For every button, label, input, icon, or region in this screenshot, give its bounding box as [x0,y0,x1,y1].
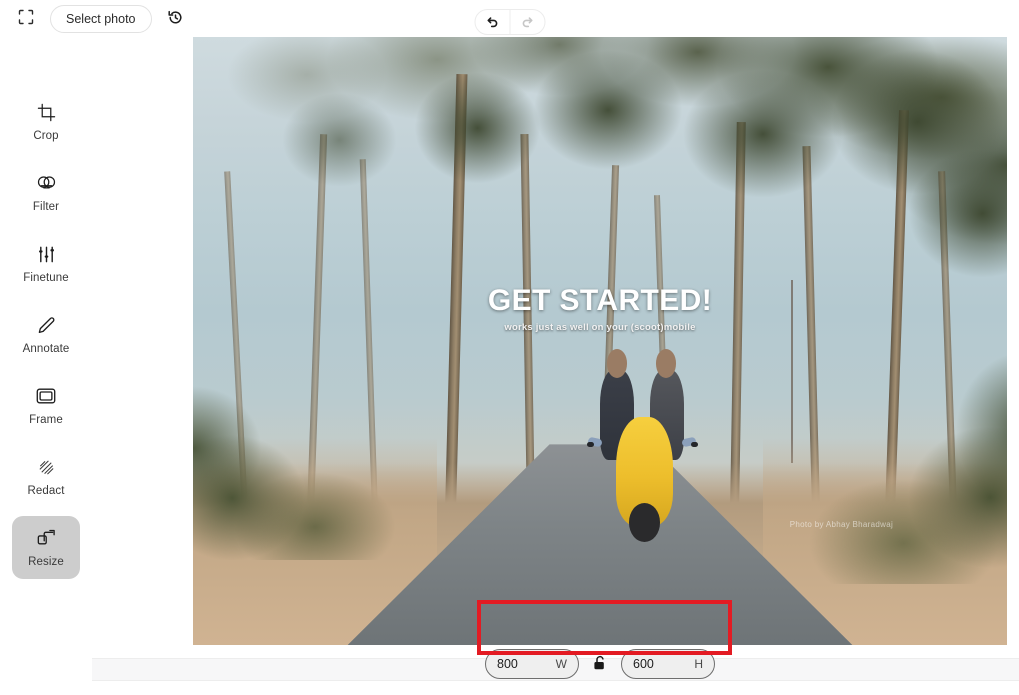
resize-controls: W H [193,637,1007,691]
height-field[interactable]: H [621,649,715,679]
tool-finetune[interactable]: Finetune [12,232,80,295]
undo-redo-group [474,9,545,35]
tool-crop[interactable]: Crop [12,90,80,153]
redo-button[interactable] [510,10,544,34]
width-field[interactable]: W [485,649,579,679]
tool-filter-label: Filter [32,201,60,213]
height-unit-label: H [694,657,703,671]
tool-filter[interactable]: Filter [12,161,80,224]
tool-frame-label: Frame [29,414,63,426]
tool-crop-label: Crop [33,130,59,142]
roadside-bush-right [730,328,1007,585]
scooter-riders [580,347,710,542]
roadside-bush-left [193,353,454,560]
undo-button[interactable] [475,10,509,34]
frame-icon [36,385,56,407]
revert-history-button[interactable] [162,5,190,33]
tool-annotate[interactable]: Annotate [12,303,80,366]
filter-icon [36,172,57,194]
tool-frame[interactable]: Frame [12,374,80,437]
select-photo-button[interactable]: Select photo [50,4,152,33]
crop-icon [37,101,56,123]
height-input[interactable] [633,657,695,671]
redact-icon [37,456,56,478]
scooter-wheel [629,502,661,542]
tool-finetune-label: Finetune [23,272,69,284]
canvas-stage: GET STARTED! works just as well on your … [92,37,1019,679]
width-unit-label: W [555,657,567,671]
palm-frond [258,73,421,208]
rider-head [656,348,677,378]
sliders-icon [37,243,56,265]
fullscreen-expand-button[interactable] [12,5,40,33]
aspect-ratio-lock-button[interactable] [589,651,611,677]
rider-shoe [690,442,699,448]
width-input[interactable] [497,657,556,671]
undo-arrow-icon [485,14,499,31]
photo-canvas[interactable]: GET STARTED! works just as well on your … [193,37,1007,645]
top-bar-left-group: Select photo [12,0,190,37]
tool-resize[interactable]: Resize [12,516,80,579]
tool-rail: Crop Filter Finetune Annotate Frame Reda… [0,37,92,695]
resize-icon [37,527,56,549]
pencil-icon [37,314,56,336]
tool-resize-label: Resize [28,556,64,568]
tool-annotate-label: Annotate [22,343,70,355]
rider-shoe [586,442,595,448]
photo-image: GET STARTED! works just as well on your … [193,37,1007,645]
redo-arrow-icon [520,14,534,31]
photo-editor-app: Select photo Crop Filter Finetune Annota… [0,0,1019,695]
top-bar: Select photo [0,0,1019,37]
unlocked-padlock-icon [593,655,607,674]
fullscreen-expand-icon [18,9,34,28]
tool-redact[interactable]: Redact [12,445,80,508]
rider-head [606,348,627,378]
revert-history-icon [167,9,184,29]
tool-redact-label: Redact [27,485,65,497]
